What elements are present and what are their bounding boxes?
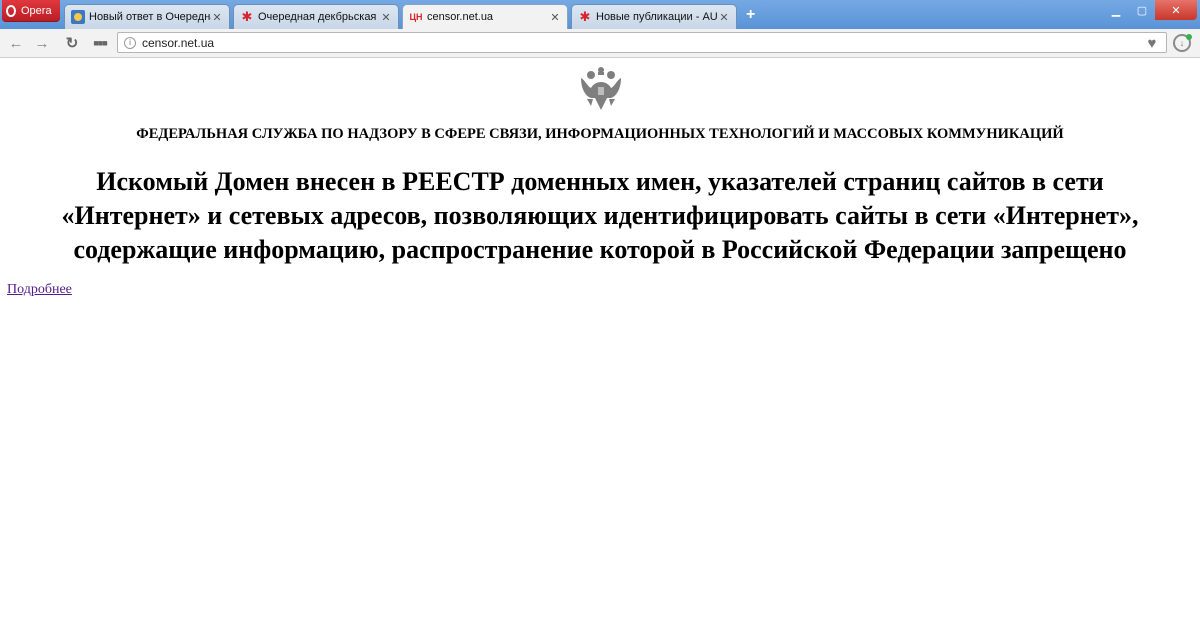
download-icon[interactable]: ↓ [1173, 34, 1192, 52]
heading-line: Искомый Домен внесен в РЕЕСТР доменных и… [96, 167, 1104, 196]
close-icon[interactable]: ✕ [380, 11, 392, 24]
heading-line: содержащие информацию, распространение к… [73, 235, 1127, 264]
tab-title: Очередная декбрьская ес [258, 11, 380, 23]
opera-logo-icon [6, 5, 16, 17]
speed-dial-icon[interactable]: ■■■ [90, 33, 110, 53]
site-favicon: ЦН [409, 12, 423, 22]
tab-2[interactable]: ✱ Очередная декбрьская ес ✕ [233, 4, 399, 29]
new-tab-button[interactable]: + [746, 6, 755, 24]
maximize-icon[interactable]: ▢ [1129, 0, 1155, 20]
back-arrow-icon[interactable]: ← [6, 33, 26, 53]
address-bar[interactable]: i censor.net.ua [117, 32, 1167, 53]
tab-4[interactable]: ✱ Новые публикации - AUT ✕ [571, 4, 737, 29]
site-info-icon[interactable]: i [124, 36, 136, 49]
close-icon[interactable]: ✕ [211, 11, 223, 24]
tab-3[interactable]: ЦН censor.net.ua ✕ [402, 4, 568, 29]
tab-strip: Opera Новый ответ в Очередная ✕ ✱ Очеред… [0, 0, 1200, 29]
double-headed-eagle-icon [581, 67, 621, 110]
close-icon[interactable]: ✕ [549, 11, 561, 24]
close-icon[interactable]: ✕ [718, 11, 730, 24]
forum-icon [71, 10, 85, 24]
tab-1[interactable]: Новый ответ в Очередная ✕ [64, 4, 230, 29]
more-details-link[interactable]: Подробнее [7, 282, 72, 298]
minimize-icon[interactable]: ▁ [1103, 0, 1129, 20]
address-toolbar: ← → ↻ ■■■ i censor.net.ua ♥ ↓ [0, 29, 1200, 58]
tab-title: censor.net.ua [427, 11, 494, 23]
page-content: ФЕДЕРАЛЬНАЯ СЛУЖБА ПО НАДЗОРУ В СФЕРЕ СВ… [0, 58, 1200, 640]
tab-title: Новые публикации - AUT [596, 11, 718, 23]
star-icon: ✱ [241, 9, 253, 24]
blocked-notice-heading: Искомый Домен внесен в РЕЕСТР доменных и… [10, 165, 1190, 267]
heart-icon[interactable]: ♥ [1142, 33, 1162, 53]
reload-icon[interactable]: ↻ [62, 33, 82, 53]
opera-menu-button[interactable]: Opera [2, 0, 60, 22]
forward-arrow-icon[interactable]: → [32, 33, 52, 53]
star-icon: ✱ [579, 9, 591, 24]
heading-line: «Интернет» и сетевых адресов, позволяющи… [61, 201, 1139, 230]
agency-title: ФЕДЕРАЛЬНАЯ СЛУЖБА ПО НАДЗОРУ В СФЕРЕ СВ… [136, 126, 1064, 142]
address-text[interactable]: censor.net.ua [142, 36, 1166, 50]
opera-menu-label: Opera [21, 5, 52, 17]
close-window-icon[interactable]: ✕ [1155, 0, 1197, 20]
tab-title: Новый ответ в Очередная [89, 11, 211, 23]
